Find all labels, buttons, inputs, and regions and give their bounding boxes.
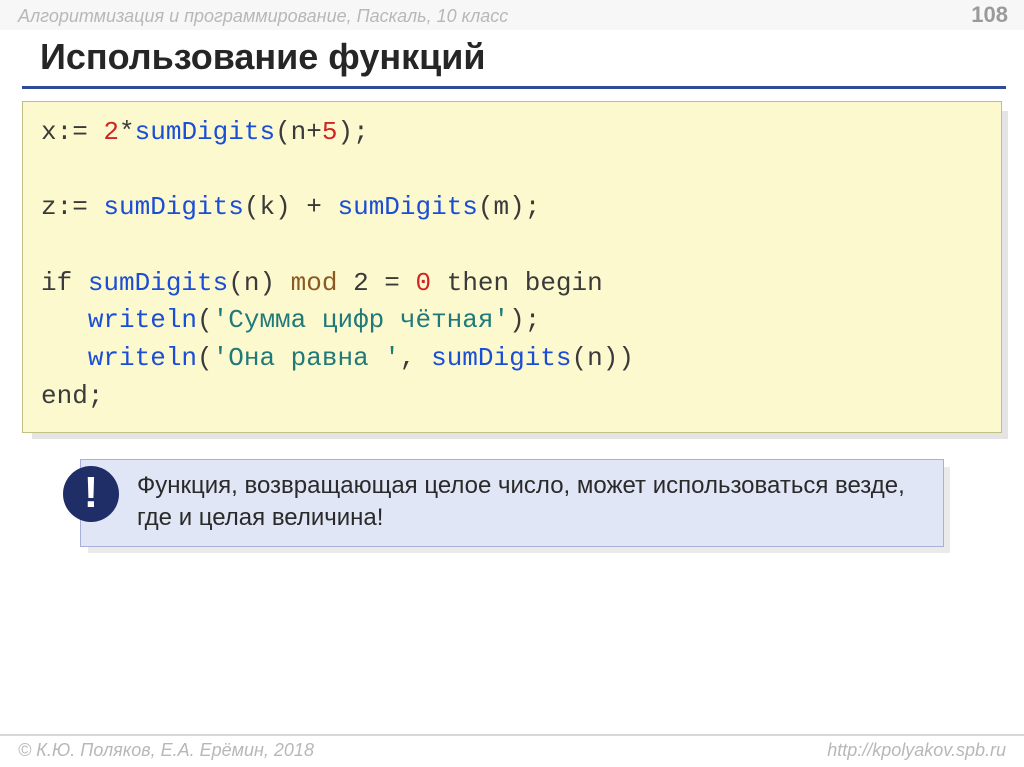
page-title: Использование функций xyxy=(40,36,486,77)
header-subtitle: Алгоритмизация и программирование, Паска… xyxy=(18,6,508,27)
slide-header: Алгоритмизация и программирование, Паска… xyxy=(0,0,1024,30)
note-block: ! Функция, возвращающая целое число, мож… xyxy=(80,459,944,548)
title-container: Использование функций xyxy=(0,30,1024,84)
exclamation-icon: ! xyxy=(63,466,119,522)
copyright: © К.Ю. Поляков, Е.А. Ерёмин, 2018 xyxy=(18,740,314,761)
page-number: 108 xyxy=(971,2,1008,28)
footer-url: http://kpolyakov.spb.ru xyxy=(827,740,1006,761)
title-underline xyxy=(22,86,1006,89)
code-content: x:= 2*sumDigits(n+5); z:= sumDigits(k) +… xyxy=(41,114,983,416)
note-text: Функция, возвращающая целое число, может… xyxy=(137,472,905,531)
code-box: x:= 2*sumDigits(n+5); z:= sumDigits(k) +… xyxy=(22,101,1002,433)
note-box: ! Функция, возвращающая целое число, мож… xyxy=(80,459,944,548)
slide-footer: © К.Ю. Поляков, Е.А. Ерёмин, 2018 http:/… xyxy=(0,734,1024,761)
code-block: x:= 2*sumDigits(n+5); z:= sumDigits(k) +… xyxy=(22,101,1002,433)
